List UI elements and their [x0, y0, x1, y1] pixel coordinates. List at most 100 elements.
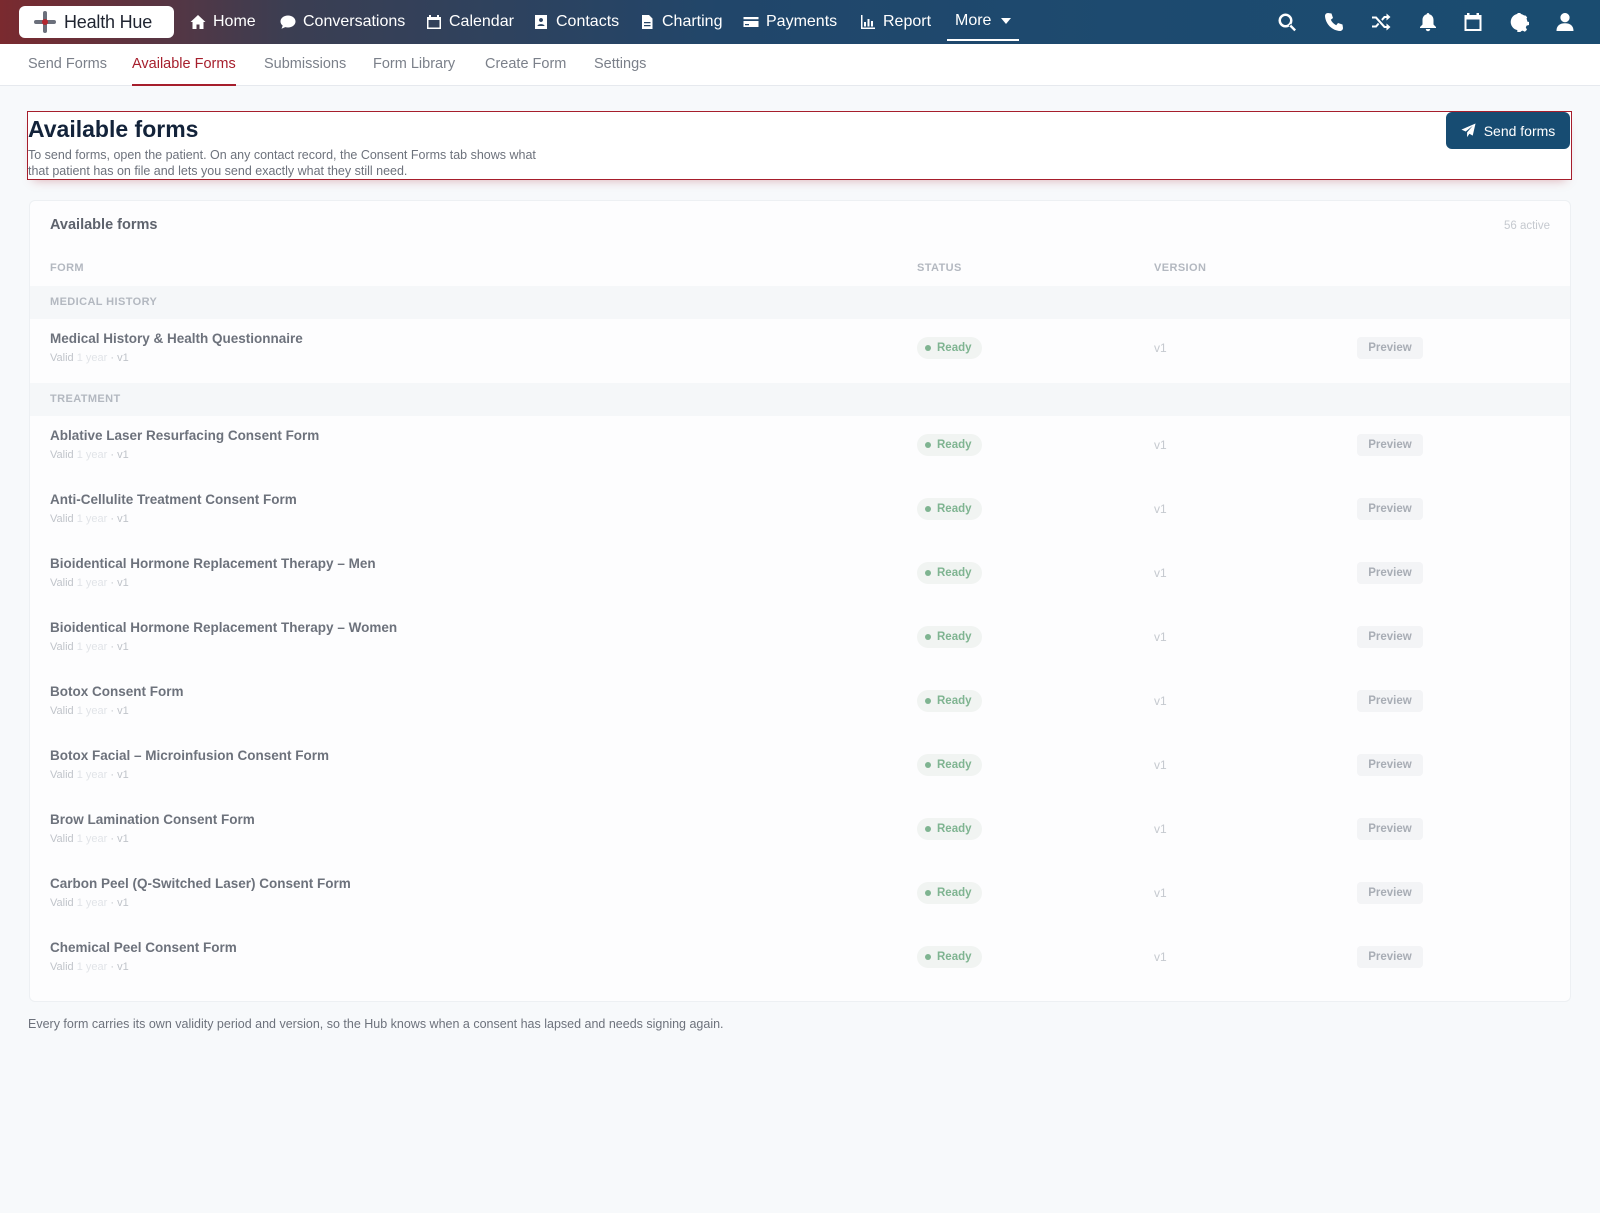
- group-label: MEDICAL HISTORY: [50, 296, 158, 308]
- preview-button[interactable]: Preview: [1357, 818, 1423, 840]
- page-title: Available forms: [28, 116, 199, 142]
- status-label: Ready: [937, 342, 972, 354]
- health-hue-logo-icon: [32, 9, 58, 35]
- form-row: Brow Lamination Consent Form Valid 1 yea…: [30, 800, 1570, 864]
- form-version: v1: [1154, 566, 1167, 580]
- form-row: Ablative Laser Resurfacing Consent Form …: [30, 416, 1570, 480]
- status-dot-icon: [925, 762, 931, 768]
- search-icon[interactable]: [1277, 12, 1297, 32]
- shuffle-icon[interactable]: [1371, 12, 1391, 32]
- form-row: Chemical Peel Consent Form Valid 1 year …: [30, 928, 1570, 992]
- tab-create-form[interactable]: Create Form: [485, 44, 566, 86]
- form-version: v1: [1154, 822, 1167, 836]
- form-validity-label: Valid: [50, 352, 74, 364]
- form-validity-period: 1 year: [76, 897, 108, 909]
- nav-item-calendar[interactable]: Calendar: [426, 0, 514, 44]
- nav-item-report[interactable]: Report: [860, 0, 931, 44]
- tab-send-forms[interactable]: Send Forms: [28, 44, 107, 86]
- form-meta: Valid 1 year · v1: [50, 705, 129, 717]
- home-icon: [190, 15, 206, 29]
- calendar-icon[interactable]: [1463, 12, 1483, 32]
- form-version: v1: [1154, 502, 1167, 516]
- preview-button[interactable]: Preview: [1357, 690, 1423, 712]
- form-validity-label: Valid: [50, 961, 74, 973]
- card-title: Available forms: [50, 217, 158, 233]
- status-badge: Ready: [917, 562, 982, 584]
- preview-button[interactable]: Preview: [1357, 498, 1423, 520]
- status-dot-icon: [925, 442, 931, 448]
- form-meta: Valid 1 year · v1: [50, 769, 129, 781]
- phone-icon[interactable]: [1324, 12, 1344, 32]
- page-header: Available forms To send forms, open the …: [27, 111, 1572, 180]
- preview-button[interactable]: Preview: [1357, 562, 1423, 584]
- contact-card-icon: [535, 15, 547, 29]
- preview-button[interactable]: Preview: [1357, 754, 1423, 776]
- form-validity-label: Valid: [50, 513, 74, 525]
- form-meta: Valid 1 year · v1: [50, 513, 129, 525]
- preview-button[interactable]: Preview: [1357, 882, 1423, 904]
- form-validity-label: Valid: [50, 449, 74, 461]
- status-badge: Ready: [917, 754, 982, 776]
- calendar-icon: [427, 15, 441, 29]
- tab-available-forms[interactable]: Available Forms: [132, 44, 236, 86]
- form-validity-label: Valid: [50, 705, 74, 717]
- column-header-version: VERSION: [1154, 262, 1207, 274]
- status-badge: Ready: [917, 434, 982, 456]
- status-badge: Ready: [917, 882, 982, 904]
- form-validity-period: 1 year: [76, 513, 108, 525]
- column-header-form: FORM: [50, 262, 84, 274]
- status-badge: Ready: [917, 818, 982, 840]
- group-header: TREATMENT: [30, 383, 1570, 416]
- nav-item-payments[interactable]: Payments: [743, 0, 837, 44]
- nav-item-label: Charting: [662, 13, 723, 30]
- nav-item-label: Home: [213, 13, 256, 30]
- form-meta-version: · v1: [110, 897, 129, 909]
- status-dot-icon: [925, 890, 931, 896]
- brand-name: Health Hue: [64, 11, 153, 32]
- nav-item-label: Report: [883, 13, 932, 30]
- form-meta: Valid 1 year · v1: [50, 449, 129, 461]
- send-forms-button[interactable]: Send forms: [1446, 112, 1570, 149]
- status-label: Ready: [937, 759, 972, 771]
- nav-more-label: More: [955, 12, 992, 29]
- nav-item-label: Calendar: [449, 13, 514, 30]
- form-name: Brow Lamination Consent Form: [50, 812, 255, 827]
- nav-item-label: Payments: [766, 13, 838, 30]
- preview-button[interactable]: Preview: [1357, 434, 1423, 456]
- preview-button[interactable]: Preview: [1357, 337, 1423, 359]
- status-label: Ready: [937, 567, 972, 579]
- document-icon: [642, 15, 653, 29]
- form-version: v1: [1154, 694, 1167, 708]
- nav-item-contacts[interactable]: Contacts: [533, 0, 619, 44]
- nav-item-conversations[interactable]: Conversations: [280, 0, 405, 44]
- tab-form-library[interactable]: Form Library: [373, 44, 455, 86]
- tab-submissions[interactable]: Submissions: [264, 44, 346, 86]
- preview-button[interactable]: Preview: [1357, 626, 1423, 648]
- form-name: Medical History & Health Questionnaire: [50, 331, 303, 346]
- tab-settings[interactable]: Settings: [594, 44, 646, 86]
- preview-button[interactable]: Preview: [1357, 946, 1423, 968]
- status-label: Ready: [937, 951, 972, 963]
- chat-icon: [280, 15, 296, 29]
- brand-logo[interactable]: Health Hue: [19, 6, 174, 38]
- form-validity-period: 1 year: [76, 833, 108, 845]
- form-validity-period: 1 year: [76, 352, 108, 364]
- user-icon[interactable]: [1555, 12, 1575, 32]
- form-version: v1: [1154, 630, 1167, 644]
- form-meta-version: · v1: [110, 833, 129, 845]
- form-meta-version: · v1: [110, 513, 129, 525]
- status-badge: Ready: [917, 946, 982, 968]
- form-meta: Valid 1 year · v1: [50, 577, 129, 589]
- form-validity-period: 1 year: [76, 641, 108, 653]
- form-version: v1: [1154, 341, 1167, 355]
- bell-icon[interactable]: [1418, 12, 1438, 32]
- gear-icon[interactable]: [1509, 12, 1529, 33]
- form-meta-version: · v1: [110, 705, 129, 717]
- active-count: 56 active: [1503, 220, 1550, 232]
- nav-item-home[interactable]: Home: [190, 0, 256, 44]
- form-validity-period: 1 year: [76, 705, 108, 717]
- nav-more-menu[interactable]: More: [947, 3, 1020, 41]
- nav-item-charting[interactable]: Charting: [639, 0, 722, 44]
- nav-item-label: Contacts: [556, 13, 620, 30]
- form-row: Medical History & Health Questionnaire V…: [30, 319, 1570, 383]
